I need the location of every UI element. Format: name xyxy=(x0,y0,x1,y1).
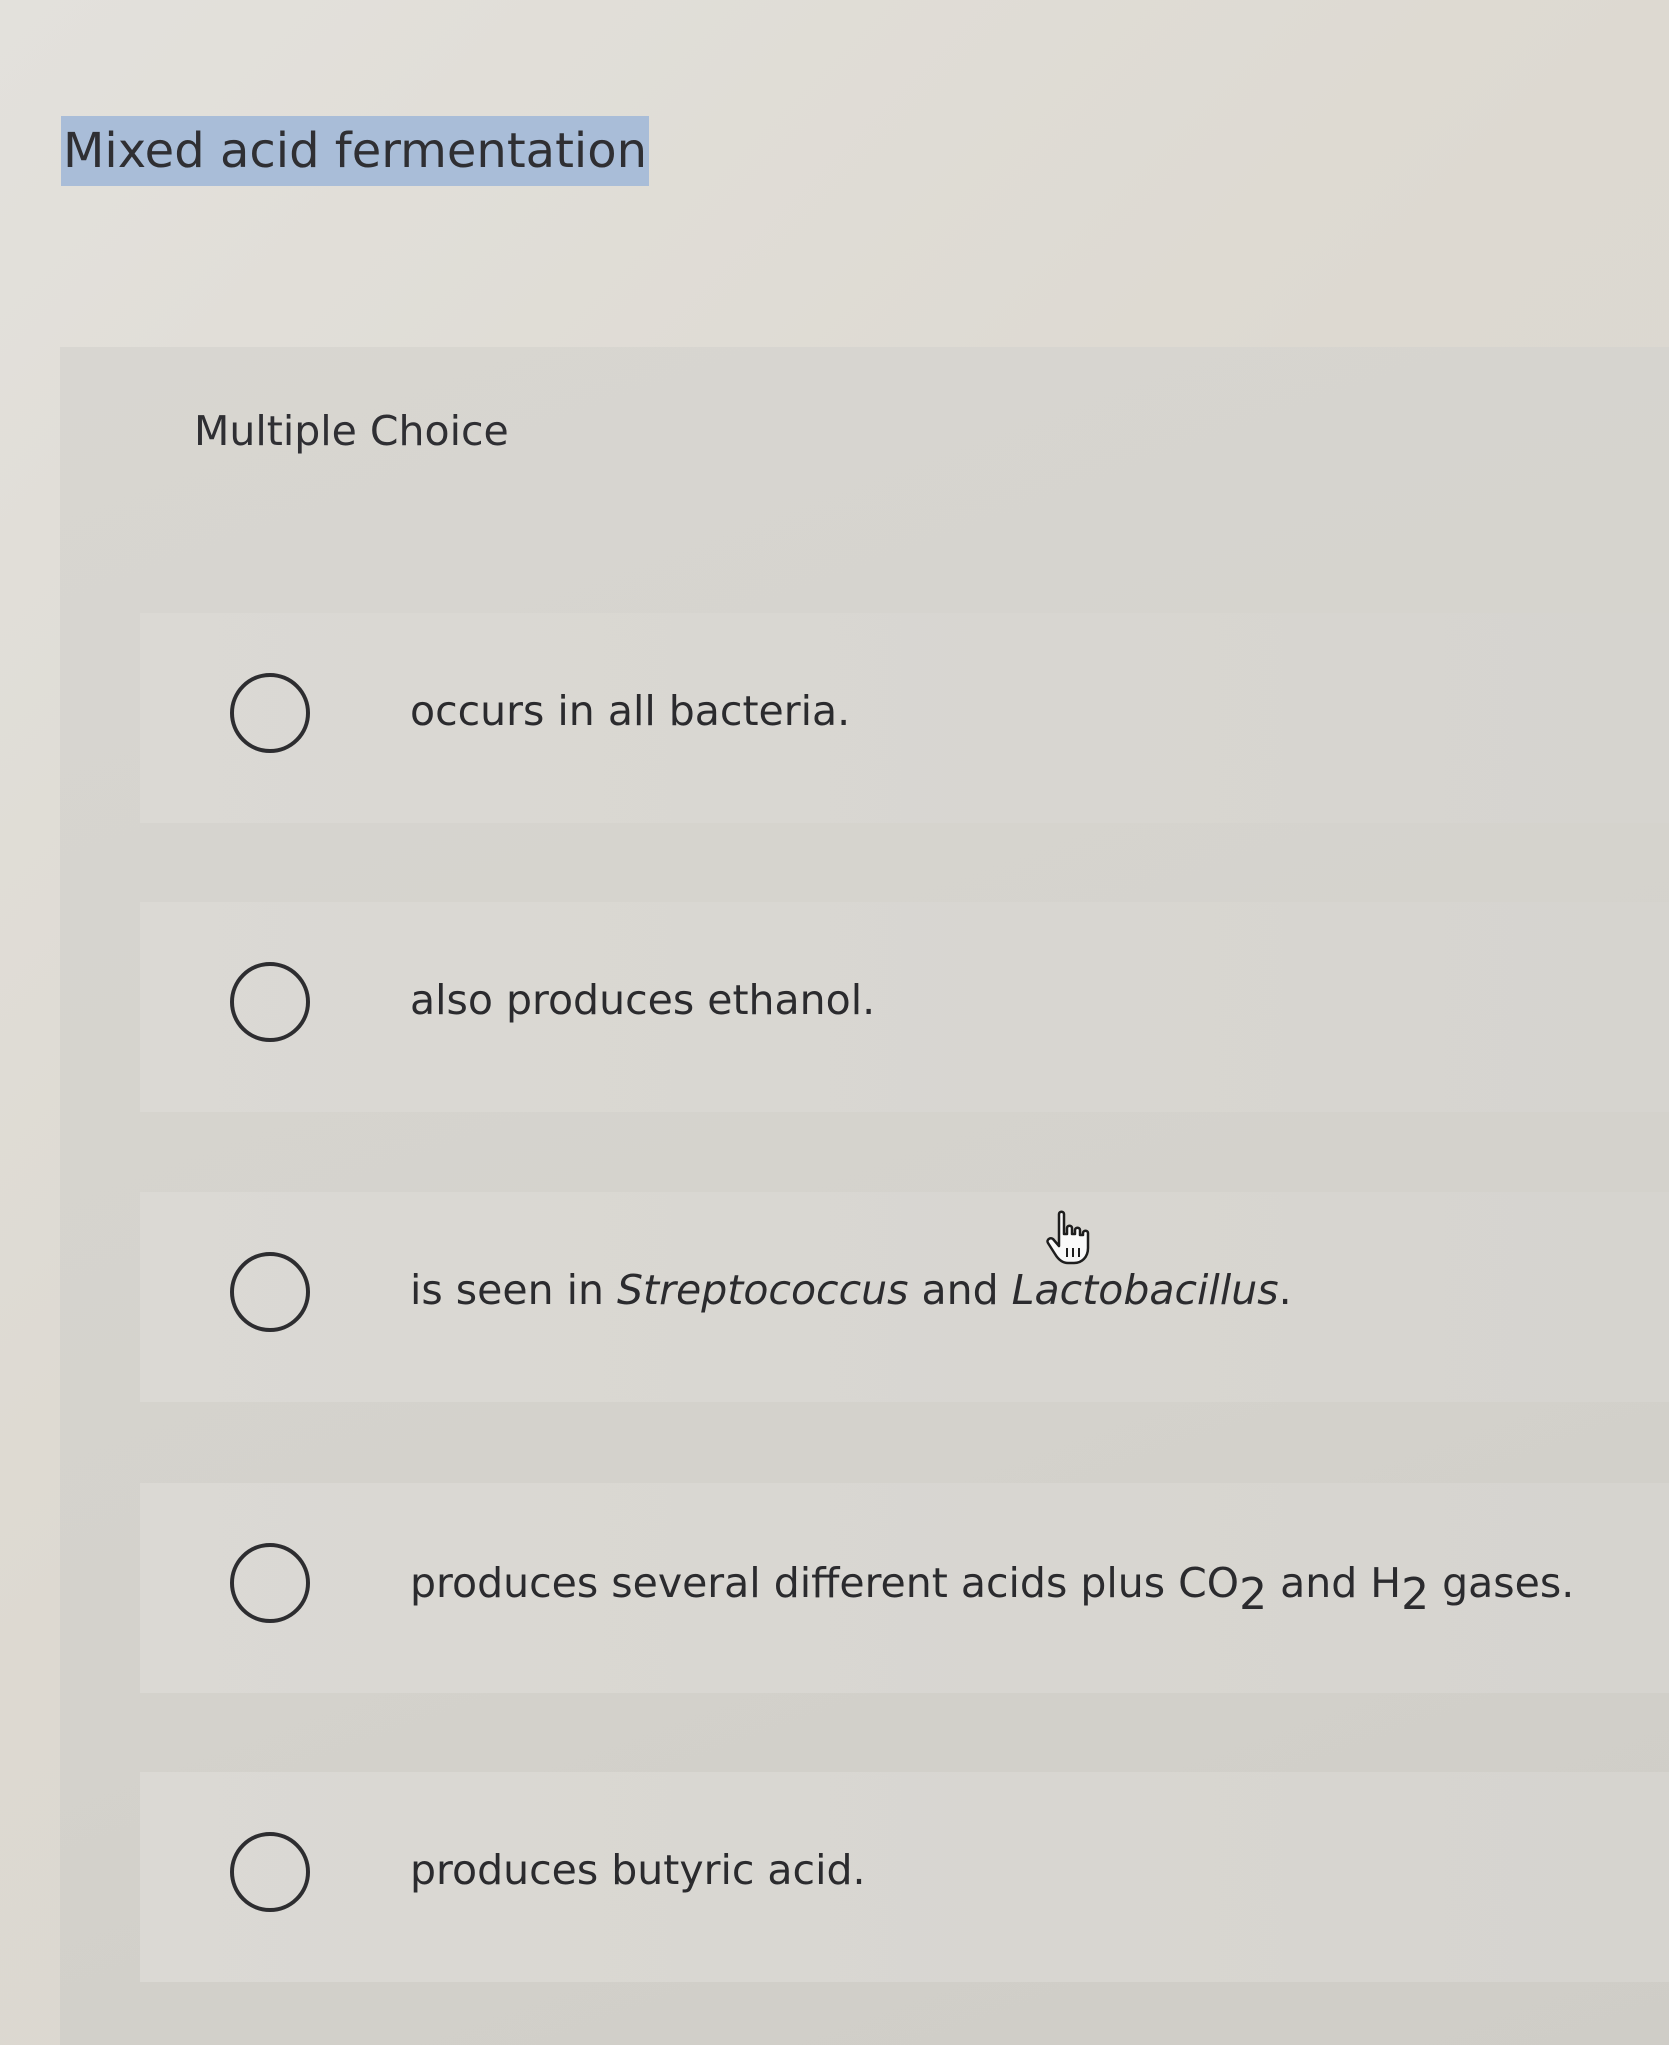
radio-empty-icon[interactable] xyxy=(230,1543,310,1623)
option-5[interactable]: produces butyric acid. xyxy=(140,1772,1669,1982)
radio-empty-icon[interactable] xyxy=(230,1832,310,1912)
genus-lactobacillus: Lactobacillus xyxy=(1011,1266,1279,1314)
option-text-part: is seen in xyxy=(410,1266,618,1314)
option-text: produces several different acids plus CO… xyxy=(410,1557,1575,1620)
subscript: 2 xyxy=(1239,1569,1268,1620)
option-2[interactable]: also produces ethanol. xyxy=(140,902,1669,1112)
subscript: 2 xyxy=(1401,1569,1430,1620)
option-text-part: produces several different acids plus CO xyxy=(410,1559,1240,1607)
option-text-part: . xyxy=(1278,1266,1292,1314)
option-4[interactable]: produces several different acids plus CO… xyxy=(140,1483,1669,1693)
genus-streptococcus: Streptococcus xyxy=(617,1266,909,1314)
option-text-part: and H xyxy=(1267,1559,1402,1607)
radio-empty-icon[interactable] xyxy=(230,1252,310,1332)
option-text: is seen in Streptococcus and Lactobacill… xyxy=(410,1266,1292,1314)
option-text: also produces ethanol. xyxy=(410,976,876,1024)
option-text: produces butyric acid. xyxy=(410,1846,866,1894)
question-title: Mixed acid fermentation xyxy=(61,116,650,186)
hand-pointer-icon xyxy=(1046,1210,1090,1265)
option-text-part: gases. xyxy=(1429,1559,1575,1607)
question-type-label: Multiple Choice xyxy=(194,407,509,455)
radio-empty-icon[interactable] xyxy=(230,962,310,1042)
radio-empty-icon[interactable] xyxy=(230,673,310,753)
option-text: occurs in all bacteria. xyxy=(410,687,851,735)
option-3[interactable]: is seen in Streptococcus and Lactobacill… xyxy=(140,1192,1669,1402)
option-text-part: and xyxy=(908,1266,1012,1314)
option-1[interactable]: occurs in all bacteria. xyxy=(140,613,1669,823)
question-panel: Multiple Choice occurs in all bacteria. … xyxy=(60,347,1669,2045)
